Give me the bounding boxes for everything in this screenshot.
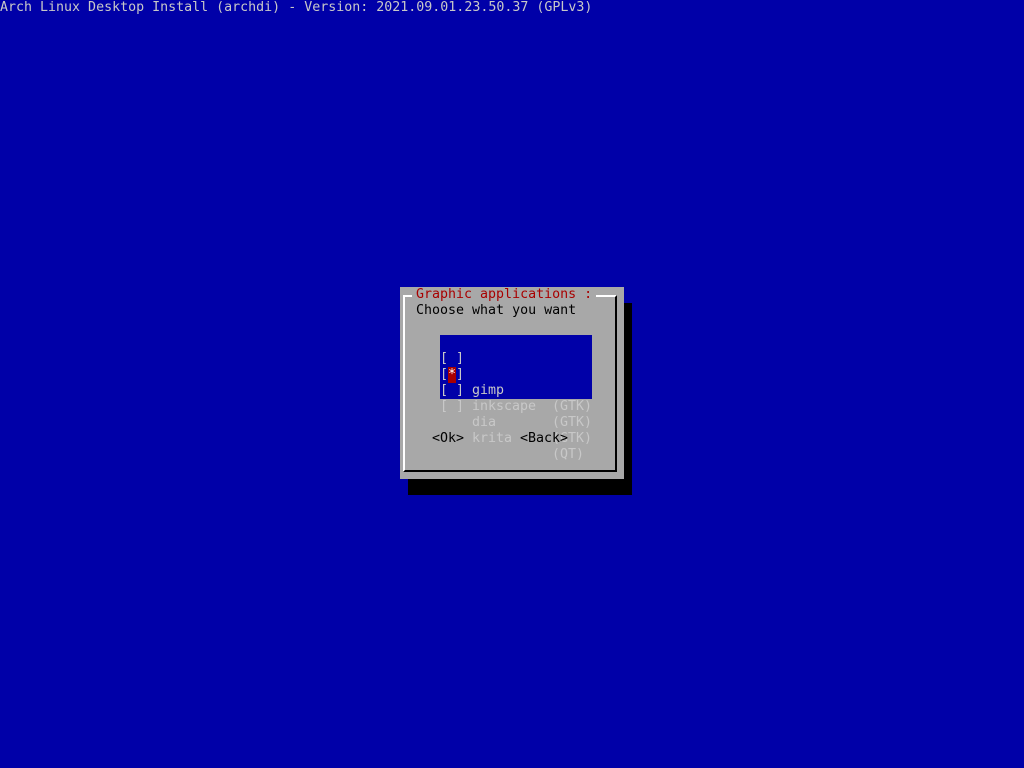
checkbox-bracket: [ ] <box>440 399 465 414</box>
item-name: krita <box>472 431 513 446</box>
checklist-item-krita[interactable]: [ ] krita (QT) <box>440 383 592 462</box>
item-description: (GTK) <box>552 415 593 430</box>
checklist-item-inkscape[interactable]: [ ] inkscape (GTK) <box>440 351 592 430</box>
dialog-title: Graphic applications : <box>412 287 597 303</box>
item-description: (GTK) <box>552 399 593 414</box>
back-title: Arch Linux Desktop Install (archdi) - Ve… <box>0 0 593 15</box>
back-button[interactable]: <Back> <box>520 431 568 447</box>
checklist-item-dia[interactable]: [ ] dia (GTK) <box>440 367 592 446</box>
item-description: (QT) <box>552 447 585 462</box>
checklist: [ ] * gimp (GTK) [ ] inkscape (GTK) [ ] … <box>440 335 592 462</box>
checklist-dialog: Graphic applications : Choose what you w… <box>400 287 624 479</box>
checklist-item-gimp[interactable]: [ ] * gimp (GTK) <box>440 335 592 414</box>
dialog-prompt: Choose what you want <box>416 303 577 318</box>
ok-button[interactable]: <Ok> <box>432 431 464 447</box>
checkbox-mark[interactable] <box>448 415 456 431</box>
